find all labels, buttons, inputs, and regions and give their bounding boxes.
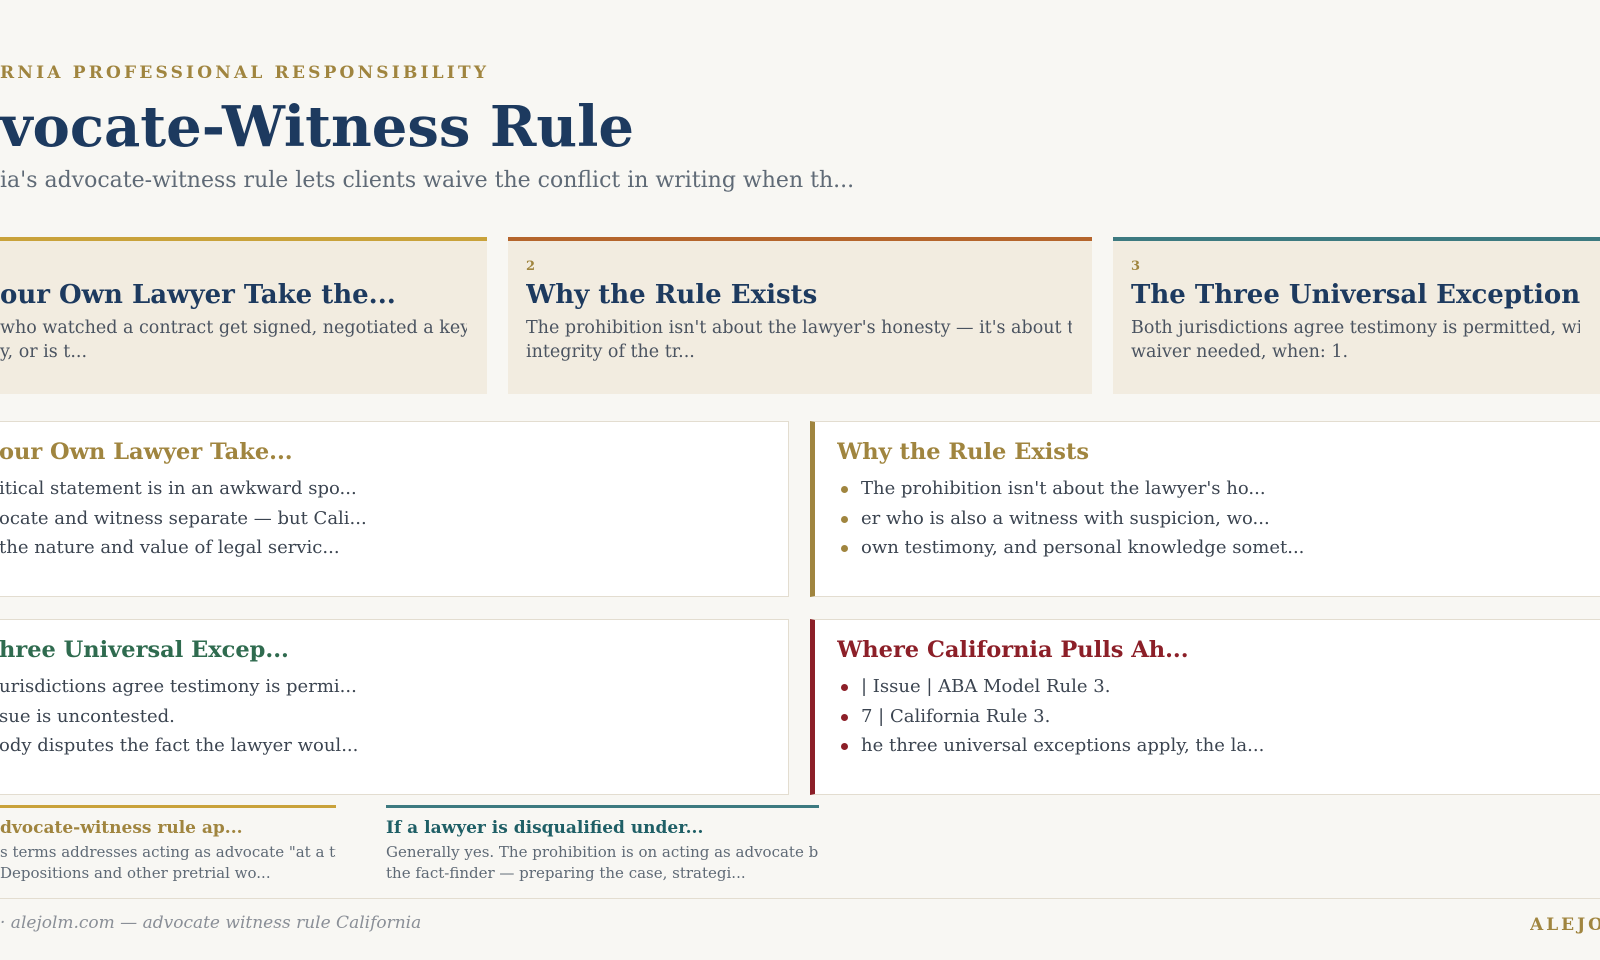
panel-title: hree Universal Excep... (0, 637, 289, 663)
panel-list: urisdictions agree testimony is permi...… (0, 672, 766, 761)
bullet-icon (841, 684, 848, 691)
detail-panel: Why the Rule Exists The prohibition isn'… (810, 421, 1600, 597)
card-number: 3 (1131, 259, 1141, 274)
list-item-text: he three universal exceptions apply, the… (861, 735, 1265, 756)
page-subtitle: ia's advocate-witness rule lets clients … (0, 168, 855, 193)
detail-panel: our Own Lawyer Take... itical statement … (0, 421, 789, 597)
footer-source: · alejolm.com — advocate witness rule Ca… (0, 913, 422, 933)
card-description-line: who watched a contract get signed, negot… (0, 318, 467, 338)
panel-title: our Own Lawyer Take... (0, 439, 293, 465)
faq-answer-line: the fact-finder — preparing the case, st… (386, 863, 746, 882)
list-item-text: The prohibition isn't about the lawyer's… (861, 478, 1266, 499)
card-title: The Three Universal Exceptions (1131, 280, 1580, 310)
summary-card[interactable]: 3 The Three Universal Exceptions Both ju… (1113, 237, 1600, 394)
footer-brand: ALEJO (1530, 915, 1600, 935)
bullet-icon (841, 486, 848, 493)
list-item: er who is also a witness with suspicion,… (837, 504, 1579, 534)
list-item-text: | Issue | ABA Model Rule 3. (861, 676, 1111, 697)
faq-answer-line: Generally yes. The prohibition is on act… (386, 843, 819, 861)
list-item: ocate and witness separate — but Cali... (0, 507, 367, 529)
card-title: our Own Lawyer Take the... (0, 280, 396, 310)
detail-panel: hree Universal Excep... urisdictions agr… (0, 619, 789, 795)
list-item: The prohibition isn't about the lawyer's… (837, 474, 1579, 504)
panel-list: itical statement is in an awkward spo...… (0, 474, 766, 563)
list-item: sue is uncontested. (0, 705, 175, 727)
faq-question: dvocate-witness rule ap... (0, 818, 243, 838)
bullet-icon (841, 545, 848, 552)
panel-list: The prohibition isn't about the lawyer's… (837, 474, 1579, 563)
bullet-icon (841, 713, 848, 721)
faq-answer: Generally yes. The prohibition is on act… (386, 842, 819, 883)
footer-divider (0, 898, 1600, 899)
faq-item[interactable]: dvocate-witness rule ap... s terms addre… (0, 805, 336, 885)
faq-answer: s terms addresses acting as advocate "at… (0, 842, 336, 883)
list-item-text: er who is also a witness with suspicion,… (861, 507, 1270, 529)
bullet-icon (841, 515, 848, 523)
list-item: | Issue | ABA Model Rule 3. (837, 672, 1579, 702)
faq-answer-line: s terms addresses acting as advocate "at… (0, 843, 336, 861)
panel-title: Why the Rule Exists (837, 439, 1090, 465)
card-description: Both jurisdictions agree testimony is pe… (1131, 316, 1580, 364)
card-number: 2 (526, 259, 536, 274)
eyebrow-label: RNIA PROFESSIONAL RESPONSIBILITY (0, 63, 490, 83)
card-description-line: integrity of the tr... (526, 342, 695, 362)
card-description-line: waiver needed, when: 1. (1131, 342, 1349, 362)
list-item-text: own testimony, and personal knowledge so… (861, 537, 1305, 558)
bullet-icon (841, 743, 848, 750)
card-description-line: y, or is t... (0, 342, 88, 362)
list-item: itical statement is in an awkward spo... (0, 478, 357, 499)
card-description: The prohibition isn't about the lawyer's… (526, 316, 1072, 364)
panel-list: | Issue | ABA Model Rule 3. 7 | Californ… (837, 672, 1579, 761)
card-number (0, 259, 467, 273)
list-item: the nature and value of legal servic... (0, 537, 340, 558)
card-description-line: The prohibition isn't about the lawyer's… (526, 318, 1072, 338)
list-item: ody disputes the fact the lawyer woul... (0, 735, 359, 756)
list-item-text: 7 | California Rule 3. (861, 705, 1051, 727)
summary-card[interactable]: 2 Why the Rule Exists The prohibition is… (508, 237, 1092, 394)
list-item: own testimony, and personal knowledge so… (837, 533, 1579, 563)
page: RNIA PROFESSIONAL RESPONSIBILITY vocate-… (0, 0, 1600, 960)
card-title: Why the Rule Exists (526, 280, 818, 310)
summary-card[interactable]: our Own Lawyer Take the... who watched a… (0, 237, 487, 394)
list-item: 7 | California Rule 3. (837, 702, 1579, 732)
faq-item[interactable]: If a lawyer is disqualified under... Gen… (386, 805, 819, 885)
detail-panel: Where California Pulls Ah... | Issue | A… (810, 619, 1600, 795)
card-description: who watched a contract get signed, negot… (0, 316, 467, 364)
list-item: he three universal exceptions apply, the… (837, 731, 1579, 761)
panel-title: Where California Pulls Ah... (837, 637, 1189, 663)
faq-question: If a lawyer is disqualified under... (386, 818, 704, 838)
faq-answer-line: Depositions and other pretrial wo... (0, 863, 271, 882)
page-title: vocate-Witness Rule (0, 94, 635, 160)
card-description-line: Both jurisdictions agree testimony is pe… (1131, 318, 1580, 338)
list-item: urisdictions agree testimony is permi... (0, 676, 357, 697)
